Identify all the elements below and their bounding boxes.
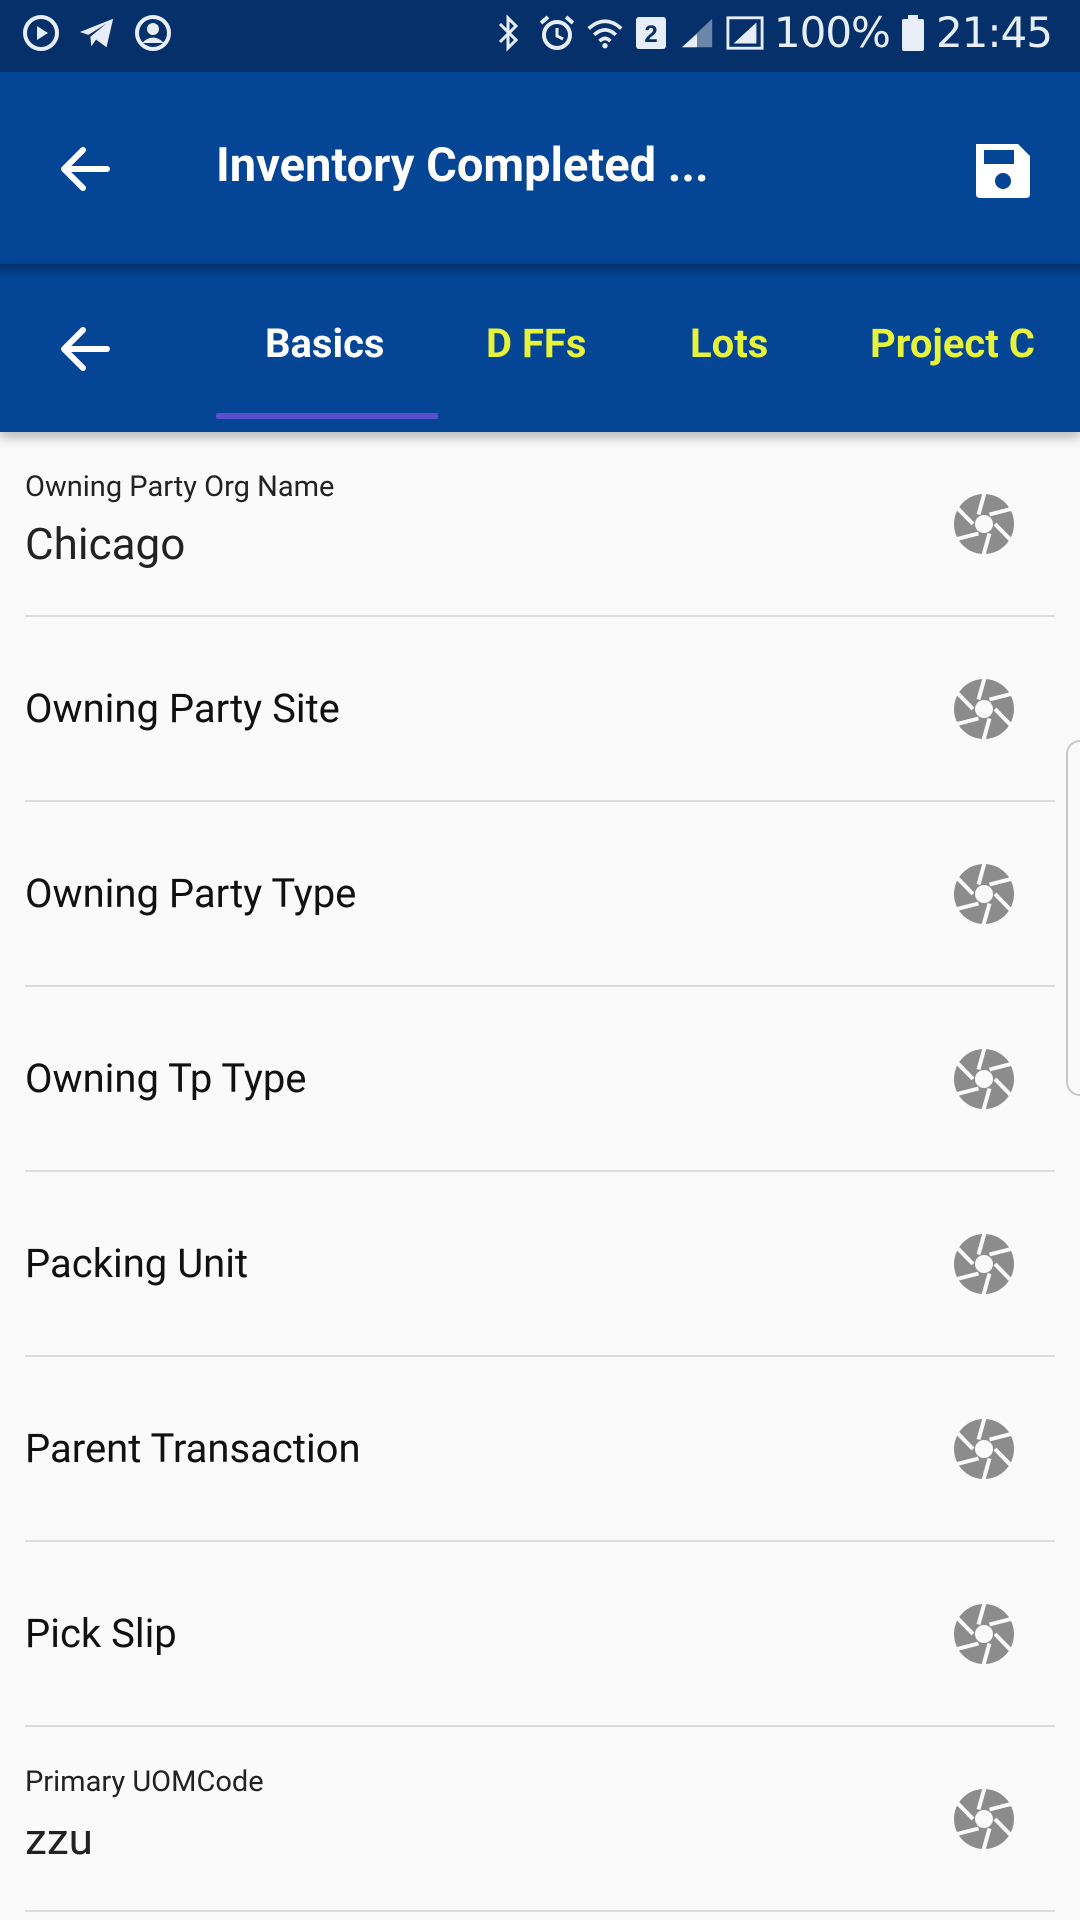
field-label: Primary UOMCode: [25, 1765, 264, 1799]
camera-button[interactable]: [952, 1416, 1016, 1482]
camera-shutter-icon: [954, 1786, 1014, 1852]
field-label: Owning Party Site: [25, 685, 340, 732]
camera-button[interactable]: [952, 861, 1016, 927]
clock: 21:45: [935, 8, 1053, 57]
battery-icon: [900, 14, 926, 52]
bluetooth-icon: [490, 13, 528, 52]
status-bar: 2 100% 21:45: [0, 0, 1080, 72]
tab-overflow-clip: Project C: [860, 264, 1034, 432]
divider: [25, 1910, 1055, 1912]
camera-button[interactable]: [952, 1786, 1016, 1852]
back-button[interactable]: [50, 134, 120, 204]
field-value: Chicago: [25, 518, 186, 570]
tab-lots[interactable]: Lots: [690, 320, 768, 367]
battery-percent: 100%: [773, 8, 891, 57]
camera-button[interactable]: [952, 491, 1016, 557]
telegram-icon: [78, 14, 116, 52]
system-icons: 2 100% 21:45: [490, 8, 1053, 57]
list-item[interactable]: Owning Party Site: [0, 617, 1080, 802]
camera-shutter-icon: [954, 1601, 1014, 1667]
list-item[interactable]: Owning Party Org Name Chicago: [0, 432, 1080, 617]
signal-icon: [678, 14, 716, 52]
signal-icon: [726, 14, 764, 52]
camera-button[interactable]: [952, 1231, 1016, 1297]
save-button[interactable]: [972, 140, 1034, 202]
field-list: Owning Party Org Name Chicago Owning Par…: [0, 432, 1080, 1912]
list-item[interactable]: Pick Slip: [0, 1542, 1080, 1727]
field-label: Owning Party Org Name: [25, 470, 335, 504]
list-item[interactable]: Primary UOMCode zzu: [0, 1727, 1080, 1912]
notification-icons: [22, 14, 172, 52]
arrow-left-icon: [61, 327, 110, 371]
app-bar: Inventory Completed ...: [0, 72, 1080, 264]
list-item[interactable]: Owning Tp Type: [0, 987, 1080, 1172]
field-label: Parent Transaction: [25, 1425, 361, 1472]
list-item[interactable]: Parent Transaction: [0, 1357, 1080, 1542]
field-label: Pick Slip: [25, 1610, 177, 1657]
arrow-left-icon: [61, 147, 110, 191]
alarm-icon: [538, 14, 576, 52]
camera-shutter-icon: [954, 491, 1014, 557]
sim-badge-number: 2: [644, 21, 657, 48]
camera-button[interactable]: [952, 1046, 1016, 1112]
camera-button[interactable]: [952, 1601, 1016, 1667]
field-label: Owning Tp Type: [25, 1055, 307, 1102]
camera-shutter-icon: [954, 861, 1014, 927]
tab-basics[interactable]: Basics: [265, 320, 384, 367]
active-tab-indicator: [216, 413, 438, 419]
list-item[interactable]: Packing Unit: [0, 1172, 1080, 1357]
media-icon: [22, 14, 60, 52]
list-item[interactable]: Owning Party Type: [0, 802, 1080, 987]
camera-shutter-icon: [954, 1231, 1014, 1297]
scroll-edge-handle[interactable]: [1066, 740, 1080, 1096]
camera-shutter-icon: [954, 1046, 1014, 1112]
field-label: Owning Party Type: [25, 870, 357, 917]
tab-dffs[interactable]: D FFs: [486, 320, 586, 367]
wifi-icon: [586, 14, 624, 52]
sim2-icon: 2: [634, 14, 668, 52]
tab-bar: Basics D FFs Lots Project C: [0, 264, 1080, 432]
floppy-disk-icon: [976, 144, 1030, 198]
account-icon: [134, 14, 172, 52]
camera-shutter-icon: [954, 1416, 1014, 1482]
page-title: Inventory Completed ...: [216, 138, 709, 193]
tab-back-button[interactable]: [50, 314, 120, 384]
tab-project[interactable]: Project C: [870, 320, 1034, 367]
field-label: Packing Unit: [25, 1240, 249, 1287]
field-value: zzu: [25, 1813, 93, 1865]
camera-button[interactable]: [952, 676, 1016, 742]
camera-shutter-icon: [954, 676, 1014, 742]
